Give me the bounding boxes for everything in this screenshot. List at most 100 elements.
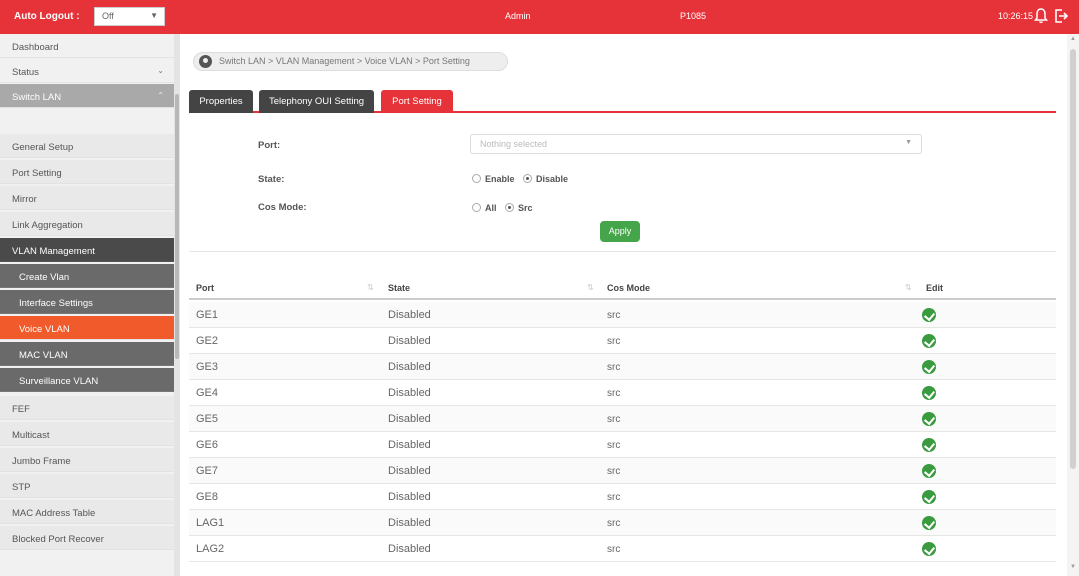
sidebar-item-create-vlan[interactable]: Create Vlan [0,264,174,288]
edit-check-icon[interactable] [922,308,936,322]
cell-cos-mode: src [607,466,621,477]
sidebar-item-label: Mirror [12,194,37,205]
edit-check-icon[interactable] [922,516,936,530]
sort-icon[interactable]: ⇅ [587,283,594,292]
sidebar-item-multicast[interactable]: Multicast [0,422,174,446]
cos-all-radio[interactable] [472,203,481,212]
sidebar-item-blocked-port-recover[interactable]: Blocked Port Recover [0,526,174,550]
sidebar-item-mac-vlan[interactable]: MAC VLAN [0,342,174,366]
sidebar-item-general-setup[interactable]: General Setup [0,134,174,158]
tab-properties[interactable]: Properties [189,90,253,113]
table-row: GE8 Disabled src [189,484,1056,510]
cell-port: GE3 [196,361,219,373]
cell-cos-mode: src [607,544,621,555]
sidebar-item-status[interactable]: Status ⌄ [0,59,174,83]
sidebar-item-link-aggregation[interactable]: Link Aggregation [0,212,174,236]
table-row: GE1 Disabled src [189,302,1056,328]
sidebar-item-mirror[interactable]: Mirror [0,186,174,210]
main-scrollbar[interactable]: ▲ ▼ [1067,34,1079,576]
table-row: LAG2 Disabled src [189,536,1056,562]
sort-icon[interactable]: ⇅ [905,283,912,292]
scrollbar-thumb[interactable] [175,94,179,359]
state-enable-radio[interactable] [472,174,481,183]
table-row: GE7 Disabled src [189,458,1056,484]
sidebar-item-mac-address-table[interactable]: MAC Address Table [0,500,174,524]
edit-check-icon[interactable] [922,464,936,478]
port-select[interactable]: Nothing selected ▼ [470,134,922,154]
header-state[interactable]: State [388,283,410,293]
edit-check-icon[interactable] [922,542,936,556]
scroll-down-icon[interactable]: ▼ [1070,564,1076,570]
cell-state: Disabled [388,439,431,451]
edit-check-icon[interactable] [922,334,936,348]
bell-icon[interactable] [1034,8,1048,24]
sidebar-item-label: Switch LAN [12,92,62,103]
sidebar-item-vlan-management[interactable]: VLAN Management [0,238,174,262]
sidebar-item-label: Jumbo Frame [12,456,71,467]
cell-port: GE7 [196,465,219,477]
chevron-down-icon: ▼ [150,11,158,20]
sidebar-item-label: STP [12,482,31,493]
sidebar-item-port-setting[interactable]: Port Setting [0,160,174,184]
sidebar-item-interface-settings[interactable]: Interface Settings [0,290,174,314]
clock: 10:26:15 [998,11,1034,21]
main-content: Switch LAN > VLAN Management > Voice VLA… [180,34,1079,576]
apply-button[interactable]: Apply [600,221,640,242]
header-edit: Edit [926,283,943,293]
cos-src-radio[interactable] [505,203,515,212]
scrollbar-thumb[interactable] [1070,49,1076,469]
sort-icon[interactable]: ⇅ [367,283,374,292]
table-row: GE2 Disabled src [189,328,1056,354]
table-row: GE3 Disabled src [189,354,1056,380]
header-port[interactable]: Port [196,283,214,293]
cell-state: Disabled [388,543,431,555]
edit-check-icon[interactable] [922,490,936,504]
sidebar-item-label: Dashboard [12,42,59,53]
table-row: GE4 Disabled src [189,380,1056,406]
tab-port-setting[interactable]: Port Setting [381,90,453,113]
cell-state: Disabled [388,491,431,503]
cell-cos-mode: src [607,362,621,373]
edit-check-icon[interactable] [922,386,936,400]
sidebar-item-fef[interactable]: FEF [0,396,174,420]
divider [189,251,1056,252]
sidebar-item-label: FEF [12,404,30,415]
cell-port: GE6 [196,439,219,451]
cell-cos-mode: src [607,388,621,399]
sidebar-item-stp[interactable]: STP [0,474,174,498]
sidebar-item-surveillance-vlan[interactable]: Surveillance VLAN [0,368,174,392]
cell-state: Disabled [388,309,431,321]
cell-port: GE8 [196,491,219,503]
cell-cos-mode: src [607,310,621,321]
state-label: State: [258,174,285,185]
device-model: P1085 [680,11,707,21]
sidebar-item-label: Surveillance VLAN [19,376,99,387]
sidebar-item-voice-vlan[interactable]: Voice VLAN [0,316,174,340]
tab-bar: Properties Telephony OUI Setting Port Se… [189,86,1056,113]
cell-cos-mode: src [607,336,621,347]
state-disable-radio[interactable] [523,174,533,183]
chevron-down-icon: ▼ [905,139,912,146]
sidebar-item-switch-lan[interactable]: Switch LAN ⌃ [0,84,174,108]
logout-icon[interactable] [1053,8,1069,24]
tab-label: Port Setting [392,96,442,107]
cell-state: Disabled [388,465,431,477]
sidebar-item-label: Blocked Port Recover [12,534,104,545]
cell-cos-mode: src [607,414,621,425]
table-row: GE6 Disabled src [189,432,1056,458]
edit-check-icon[interactable] [922,438,936,452]
sidebar-item-jumbo-frame[interactable]: Jumbo Frame [0,448,174,472]
tab-telephony-oui-setting[interactable]: Telephony OUI Setting [259,90,374,113]
edit-check-icon[interactable] [922,360,936,374]
cell-cos-mode: src [607,440,621,451]
sidebar-item-label: MAC Address Table [12,508,96,519]
header-cos-mode[interactable]: Cos Mode [607,283,650,293]
sidebar-item-dashboard[interactable]: Dashboard [0,34,174,58]
auto-logout-select[interactable]: Off ▼ [94,7,165,26]
sidebar: Dashboard Status ⌄ Switch LAN ⌃ General Se… [0,34,180,576]
edit-check-icon[interactable] [922,412,936,426]
sidebar-item-label: Port Setting [12,168,62,179]
breadcrumb-text: Switch LAN > VLAN Management > Voice VLA… [219,56,470,66]
table-row: LAG1 Disabled src [189,510,1056,536]
scroll-up-icon[interactable]: ▲ [1070,36,1076,42]
